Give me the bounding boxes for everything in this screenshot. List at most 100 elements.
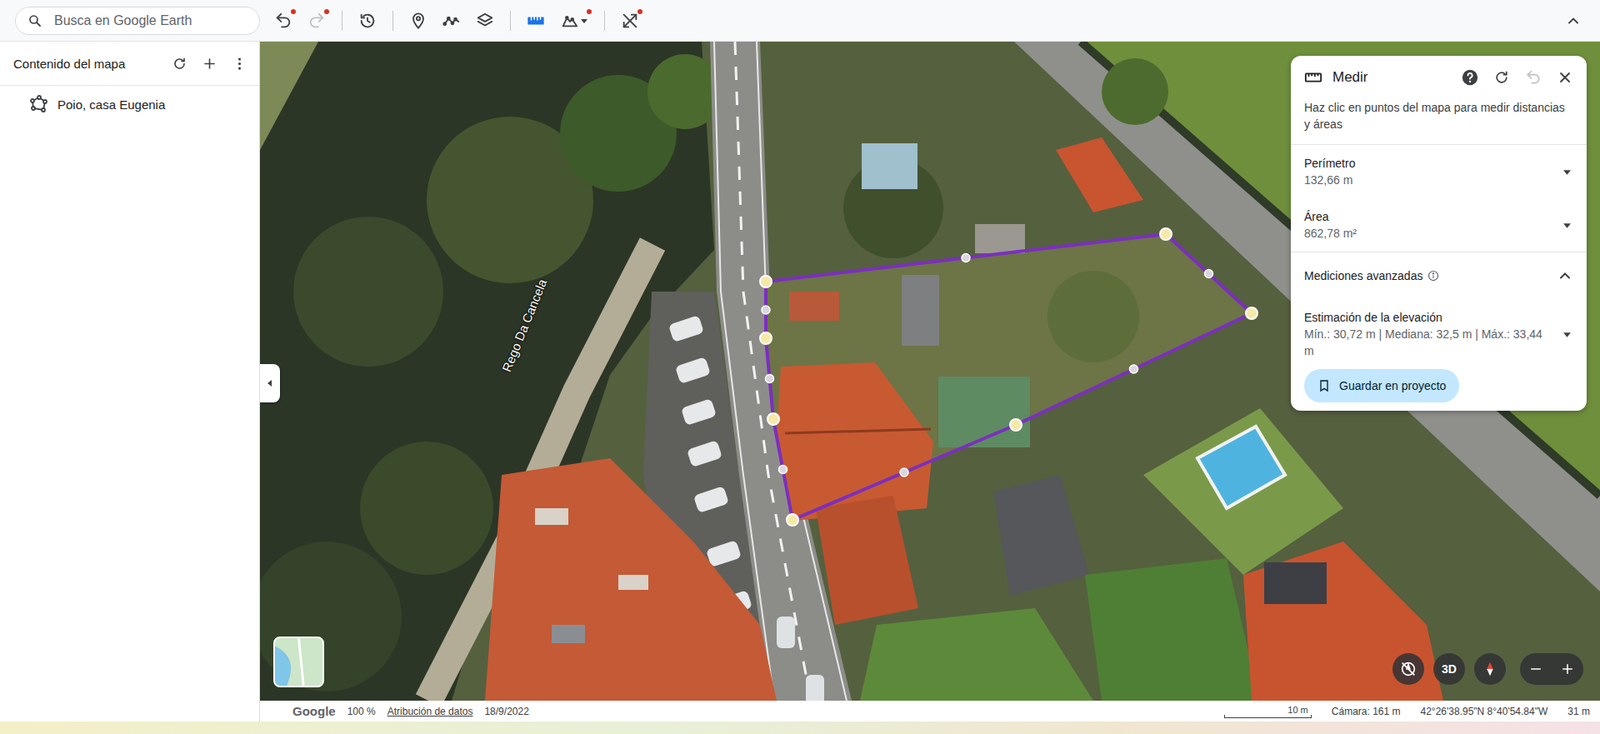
caret-down-icon — [1562, 330, 1572, 340]
polygon-icon — [28, 94, 49, 115]
sidebar: Contenido del mapa Poio, casa Eugenia — [0, 41, 260, 722]
tool-group — [268, 5, 645, 36]
google-earth-app: Busca en Google Earth Contenido del mapa P… — [0, 0, 1600, 734]
compass-icon — [1480, 660, 1500, 679]
notification-badge — [586, 9, 592, 15]
sidebar-item-label: Poio, casa Eugenia — [57, 97, 165, 112]
measure-midpoint[interactable] — [779, 465, 788, 475]
measure-vertex[interactable] — [1010, 419, 1022, 431]
layers-button[interactable] — [470, 5, 500, 36]
search-icon — [27, 13, 43, 29]
panel-title: Medir — [1332, 69, 1447, 86]
search-placeholder: Busca en Google Earth — [54, 13, 192, 29]
info-icon — [1427, 270, 1440, 282]
measure-midpoint[interactable] — [765, 375, 775, 384]
sidebar-header: Contenido del mapa — [0, 41, 260, 86]
placemark-button[interactable] — [403, 5, 434, 36]
tilt-reset-button[interactable] — [1392, 653, 1425, 685]
compass-button[interactable] — [1474, 653, 1506, 685]
collapse-sidebar-button[interactable] — [260, 364, 280, 403]
measure-vertex[interactable] — [1245, 307, 1258, 320]
redo-icon — [307, 11, 326, 30]
imagery-date: 18/9/2022 — [484, 705, 529, 718]
measurement-label: Estimación de la elevación — [1304, 309, 1555, 326]
search-field[interactable]: Busca en Google Earth — [15, 6, 260, 35]
scale-bar: 10 m — [1224, 705, 1312, 719]
zoom-in-button[interactable] — [1551, 653, 1584, 685]
measure-vertex[interactable] — [760, 332, 772, 345]
refresh-icon — [171, 55, 188, 72]
ruler-button[interactable] — [520, 5, 551, 36]
redo-button[interactable] — [301, 5, 332, 36]
close-icon — [1556, 69, 1574, 86]
close-button[interactable] — [1551, 64, 1579, 91]
measurement-value: 862,78 m² — [1304, 225, 1555, 242]
map-style-thumbnail[interactable] — [273, 636, 325, 688]
ground-elevation: 31 m — [1567, 705, 1590, 718]
undo-icon — [1525, 69, 1542, 86]
measure-polygon[interactable] — [765, 234, 1252, 520]
tools-icon — [620, 11, 640, 30]
compass-off-icon — [1399, 660, 1418, 679]
view-3d-label: 3D — [1441, 662, 1457, 676]
measure-midpoint[interactable] — [761, 305, 770, 315]
measure-panel: MedirHaz clic en puntos del mapa para me… — [1290, 55, 1587, 411]
zoom-control — [1520, 653, 1584, 685]
caret-left-icon — [265, 379, 275, 388]
area-button[interactable] — [554, 5, 595, 36]
ruler-icon — [1304, 68, 1323, 87]
google-brand: Google — [292, 704, 336, 719]
caret-down-icon — [1562, 220, 1572, 230]
sidebar-item[interactable]: Poio, casa Eugenia — [0, 85, 260, 123]
taskbar-strip — [0, 721, 1600, 734]
measurement-value: 132,66 m — [1304, 171, 1555, 189]
measurement-row[interactable]: Perímetro132,66 m — [1290, 145, 1587, 199]
notification-badge — [637, 9, 643, 15]
zoom-out-button[interactable] — [1520, 653, 1552, 685]
collapse-toolbar-button[interactable] — [1558, 5, 1589, 36]
measure-vertex[interactable] — [786, 514, 799, 526]
measurement-row[interactable]: Área862,78 m² — [1290, 198, 1587, 252]
refresh-button[interactable] — [165, 50, 193, 77]
advanced-header[interactable]: Mediciones avanzadas — [1290, 252, 1587, 300]
help-button[interactable] — [1456, 64, 1484, 91]
layers-icon — [475, 11, 495, 30]
refresh-icon — [1493, 69, 1510, 86]
measure-vertex[interactable] — [767, 413, 780, 425]
toolbar-separator — [341, 10, 343, 31]
measure-midpoint[interactable] — [1205, 270, 1214, 279]
undo-button[interactable] — [268, 5, 299, 36]
save-button-label: Guardar en proyecto — [1339, 379, 1446, 393]
measure-midpoint[interactable] — [1130, 365, 1139, 374]
advanced-row[interactable]: Estimación de la elevaciónMín.: 30,72 m … — [1290, 299, 1587, 370]
notification-badge — [290, 9, 296, 15]
more-vertical-icon — [231, 55, 248, 72]
measure-midpoint[interactable] — [900, 468, 909, 477]
undo-icon — [274, 11, 293, 30]
more-button[interactable] — [225, 50, 253, 77]
panel-header: Medir — [1290, 55, 1587, 100]
measure-vertex[interactable] — [1160, 228, 1172, 240]
measure-vertex[interactable] — [760, 275, 772, 288]
toolbar: Busca en Google Earth — [0, 0, 1600, 42]
undo-point-button[interactable] — [1520, 64, 1547, 91]
sidebar-title: Contenido del mapa — [13, 56, 166, 71]
map-view[interactable]: Rego Da CancelaMedirHaz clic en puntos d… — [260, 41, 1600, 701]
save-to-project-button[interactable]: Guardar en proyecto — [1304, 369, 1460, 403]
reset-button[interactable] — [1488, 64, 1515, 91]
history-icon — [358, 11, 377, 30]
view-3d-button[interactable]: 3D — [1433, 653, 1465, 685]
status-bar: Google100 %Atribución de datos18/9/20221… — [260, 700, 1600, 722]
tools-button[interactable] — [615, 5, 645, 36]
main-area: Contenido del mapa Poio, casa Eugenia Rego… — [0, 41, 1600, 722]
coordinates: 42°26'38.95"N 8°40'54.84"W — [1420, 705, 1549, 718]
history-button[interactable] — [352, 5, 383, 36]
camera-altitude: Cámara: 161 m — [1331, 705, 1401, 718]
add-button[interactable] — [195, 50, 223, 77]
chevron-icon — [1556, 267, 1574, 285]
dropdown-caret-icon — [580, 16, 589, 25]
scale-label: 10 m — [1287, 705, 1311, 715]
measure-midpoint[interactable] — [961, 254, 970, 263]
path-button[interactable] — [436, 5, 467, 36]
data-attribution-link[interactable]: Atribución de datos — [387, 705, 474, 718]
